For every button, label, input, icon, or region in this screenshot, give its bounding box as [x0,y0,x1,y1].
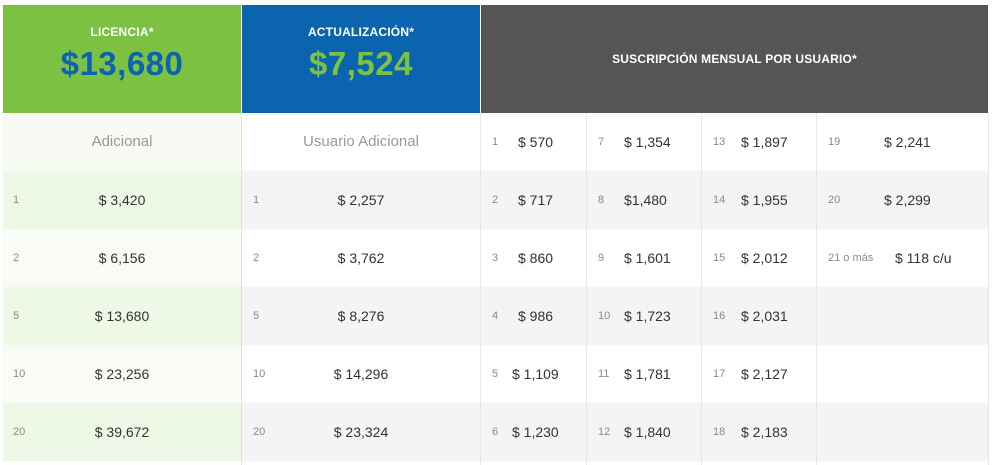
suscripcion-price: $ 1,354 [624,134,671,150]
actualizacion-label: ACTUALIZACIÓN* [307,25,415,39]
row-price: $ 13,680 [94,308,150,324]
suscripcion-price: $ 1,601 [624,250,671,266]
suscripcion-qty: 8 [598,194,605,206]
suscripcion-price: $ 1,897 [741,134,788,150]
row-price: $ 3,420 [98,192,146,208]
row-price: $ 23,324 [333,424,389,440]
suscripcion-qty: 6 [492,426,499,438]
divider-sus-col3 [816,113,817,465]
suscripcion-qty: 16 [713,310,726,322]
row-price: $ 23,256 [94,366,150,382]
licencia-row: 10 $ 23,256 [3,345,241,403]
suscripcion-row [481,287,988,345]
licencia-price: $13,680 [60,45,184,82]
suscripcion-qty: 7 [598,136,605,148]
suscripcion-price: $ 2,031 [741,308,788,324]
actualizacion-header: ACTUALIZACIÓN* $7,524 [242,5,480,113]
actualizacion-row: 20 $ 23,324 [242,403,480,461]
suscripcion-qty: 15 [713,252,726,264]
suscripcion-price: $ 1,955 [741,192,788,208]
suscripcion-price: $ 2,183 [741,424,788,440]
suscripcion-price: $ 2,012 [741,250,788,266]
suscripcion-qty: 20 [828,194,841,206]
row-price: $ 6,156 [98,250,146,266]
suscripcion-qty: 17 [713,368,726,380]
licencia-row: 5 $ 13,680 [3,287,241,345]
suscripcion-price: $1,480 [624,192,667,208]
suscripcion-qty: 10 [598,310,611,322]
suscripcion-qty: 2 [492,194,499,206]
row-price: $ 8,276 [337,308,385,324]
suscripcion-price: $ 1,230 [512,424,559,440]
row-price: $ 14,296 [333,366,389,382]
suscripcion-price: $ 1,840 [624,424,671,440]
suscripcion-price: $ 1,723 [624,308,671,324]
suscripcion-qty: 13 [713,136,726,148]
suscripcion-header: SUSCRIPCIÓN MENSUAL POR USUARIO* [481,5,988,113]
suscripcion-price: $ 986 [518,308,554,324]
suscripcion-price: $ 2,299 [884,192,931,208]
suscripcion-price: $ 2,241 [884,134,931,150]
suscripcion-qty: 12 [598,426,611,438]
suscripcion-price: $ 1,109 [512,366,559,382]
suscripcion-price: $ 118 c/u [895,250,952,266]
actualizacion-row: 10 $ 14,296 [242,345,480,403]
suscripcion-price: $ 2,127 [741,366,788,382]
suscripcion-qty: 14 [713,194,726,206]
licencia-row: 1 $ 3,420 [3,171,241,229]
divider-actualizacion-suscripcion [480,113,481,465]
row-price: $ 3,762 [337,250,385,266]
licencia-header: LICENCIA* $13,680 [3,5,241,123]
suscripcion-qty: 5 [492,368,499,380]
actualizacion-subheader: Usuario Adicional [242,113,480,171]
suscripcion-label: SUSCRIPCIÓN MENSUAL POR USUARIO* [612,52,857,66]
actualizacion-row: 2 $ 3,762 [242,229,480,287]
licencia-label: LICENCIA* [90,25,154,39]
suscripcion-price: $ 570 [518,134,554,150]
suscripcion-qty: 19 [828,136,841,148]
licencia-row: 20 $ 39,672 [3,403,241,461]
licencia-subheader: Adicional [3,113,241,171]
actualizacion-row: 1 $ 2,257 [242,171,480,229]
divider-licencia-actualizacion [241,113,242,465]
suscripcion-qty: 1 [492,136,499,148]
suscripcion-qty: 21 o más [828,252,874,264]
suscripcion-qty: 9 [598,252,605,264]
actualizacion-row: 5 $ 8,276 [242,287,480,345]
suscripcion-qty: 11 [598,368,610,380]
licencia-row: 2 $ 6,156 [3,229,241,287]
suscripcion-qty: 4 [492,310,499,322]
divider-sus-col1 [586,113,587,465]
divider-sus-col2 [701,113,702,465]
suscripcion-qty: 3 [492,252,499,264]
suscripcion-qty: 18 [713,426,726,438]
suscripcion-price: $ 860 [518,250,554,266]
actualizacion-price: $7,524 [309,45,413,82]
suscripcion-price: $ 1,781 [624,366,671,382]
suscripcion-price: $ 717 [518,192,554,208]
row-price: $ 39,672 [94,424,150,440]
divider-sus-right [988,113,989,465]
row-price: $ 2,257 [337,192,385,208]
